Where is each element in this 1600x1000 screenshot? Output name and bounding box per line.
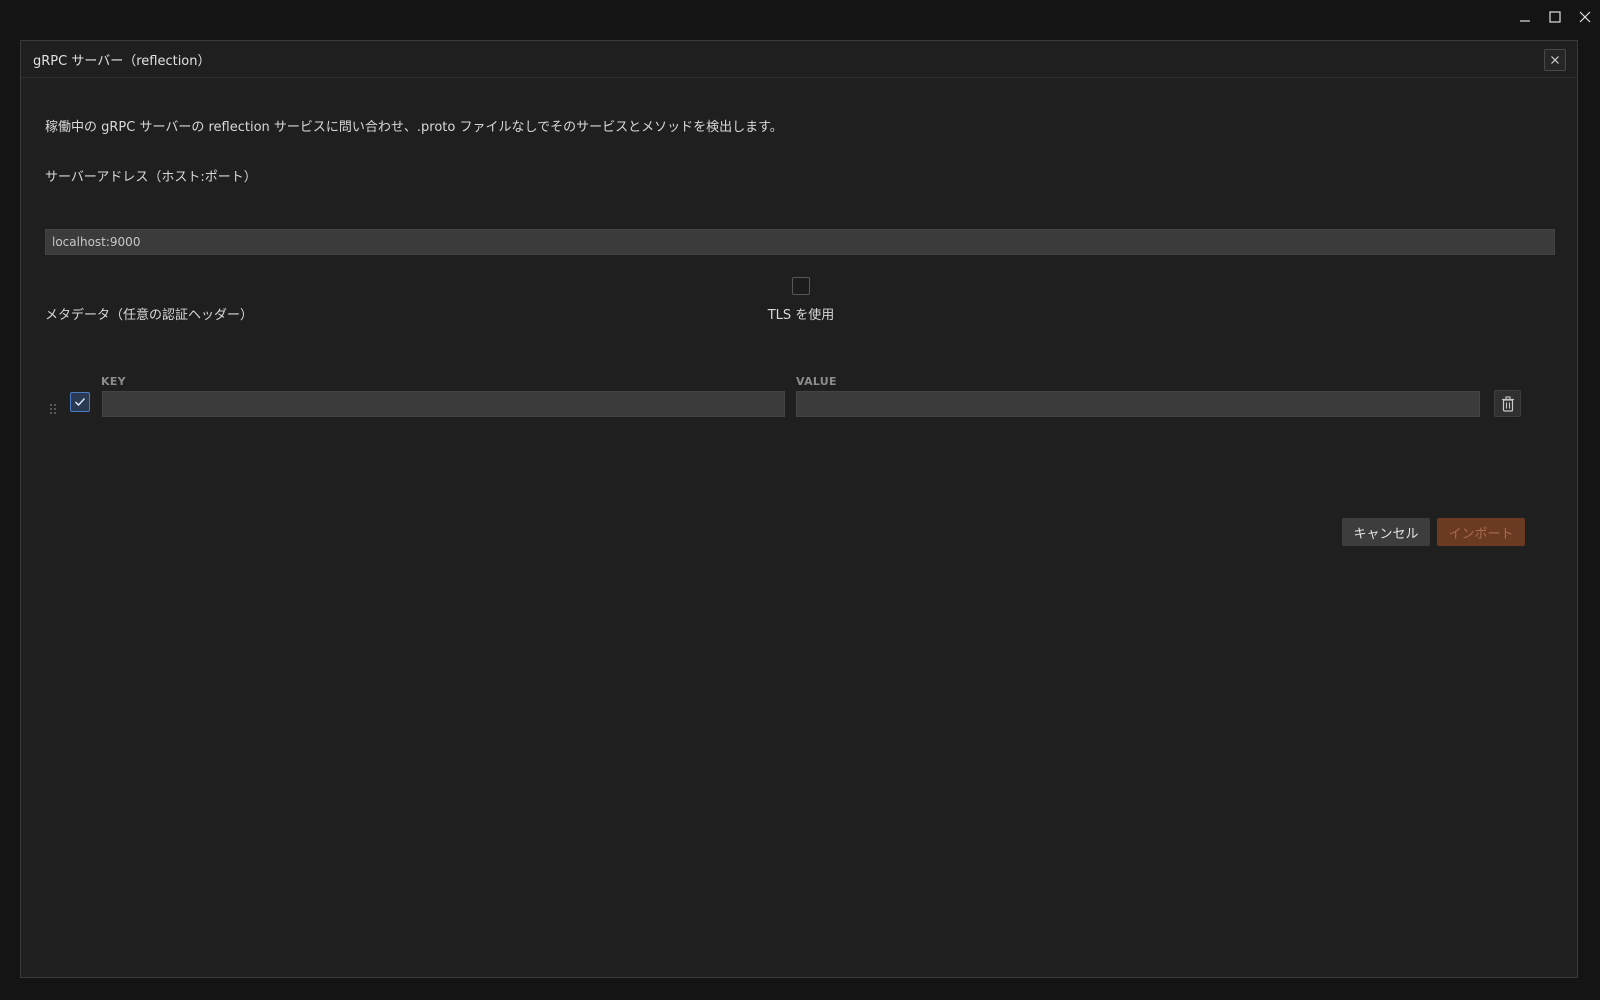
dialog-description: 稼働中の gRPC サーバーの reflection サービスに問い合わせ、.p… <box>45 120 783 135</box>
close-icon <box>1579 11 1591 23</box>
metadata-key-input[interactable] <box>102 391 785 417</box>
minimize-icon <box>1520 20 1530 22</box>
address-label: サーバーアドレス（ホスト:ポート） <box>45 170 257 185</box>
window-close-button[interactable] <box>1570 0 1600 34</box>
import-button[interactable]: インポート <box>1437 518 1525 546</box>
metadata-label: メタデータ（任意の認証ヘッダー） <box>45 308 254 323</box>
drag-handle-icon[interactable] <box>49 400 57 414</box>
window-controls <box>1510 0 1600 34</box>
dialog-close-button[interactable] <box>1544 49 1566 71</box>
grpc-reflection-dialog: gRPC サーバー（reflection） 稼働中の gRPC サーバーの re… <box>20 40 1578 978</box>
maximize-icon <box>1549 11 1561 23</box>
tls-label: TLS を使用 <box>767 308 835 323</box>
maximize-button[interactable] <box>1540 0 1570 34</box>
metadata-value-header: VALUE <box>796 375 837 388</box>
check-icon <box>74 397 86 407</box>
metadata-row-enabled-checkbox[interactable] <box>70 392 90 412</box>
dialog-header: gRPC サーバー（reflection） <box>21 41 1577 78</box>
cancel-button[interactable]: キャンセル <box>1342 518 1430 546</box>
delete-metadata-row-button[interactable] <box>1494 390 1521 417</box>
metadata-value-input[interactable] <box>796 391 1480 417</box>
trash-icon <box>1501 395 1514 412</box>
close-icon <box>1551 56 1559 64</box>
server-address-input[interactable] <box>45 229 1555 255</box>
metadata-key-header: KEY <box>101 375 126 388</box>
tls-checkbox[interactable] <box>792 277 810 295</box>
minimize-button[interactable] <box>1510 0 1540 34</box>
dialog-title: gRPC サーバー（reflection） <box>33 53 211 69</box>
